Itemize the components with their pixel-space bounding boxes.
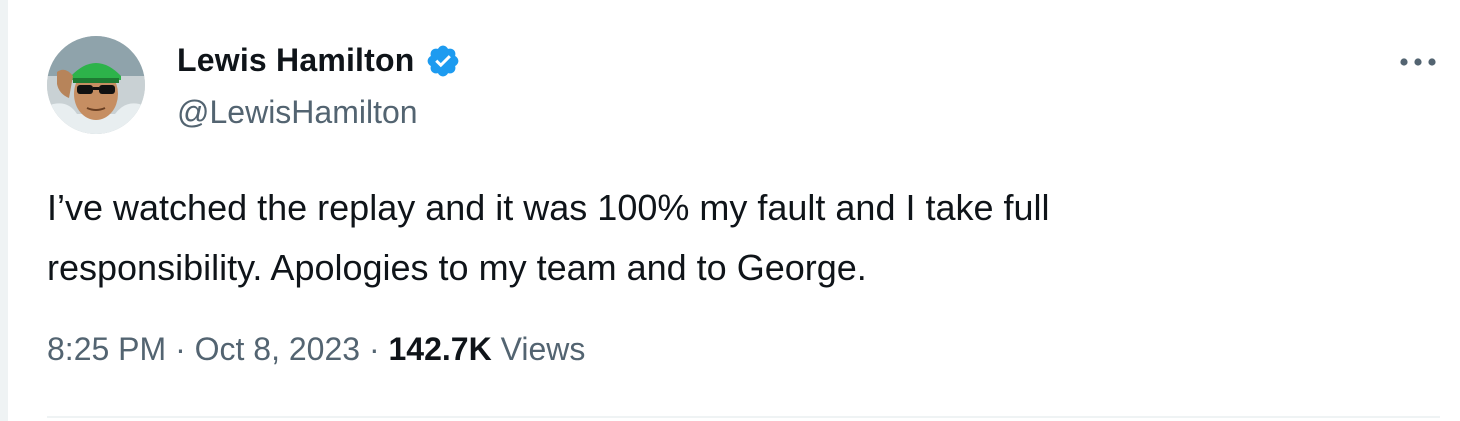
avatar[interactable] <box>47 36 145 134</box>
tweet-date[interactable]: Oct 8, 2023 <box>195 331 360 367</box>
views-label[interactable]: Views <box>501 331 586 367</box>
tweet-text-line-1: I’ve watched the replay and it was 100% … <box>47 187 1050 228</box>
meta-separator: · <box>166 331 195 367</box>
author-name-row: Lewis Hamilton <box>177 42 461 79</box>
tweet-text-line-2: responsibility. Apologies to my team and… <box>47 247 867 288</box>
tweet-time[interactable]: 8:25 PM <box>47 331 166 367</box>
views-count[interactable]: 142.7K <box>388 331 491 367</box>
verified-badge-icon[interactable] <box>425 43 461 79</box>
more-options-button[interactable] <box>1396 48 1440 76</box>
bottom-divider <box>47 416 1440 418</box>
more-horizontal-icon <box>1400 58 1436 66</box>
tweet-text: I’ve watched the replay and it was 100% … <box>47 178 1347 298</box>
author-display-name[interactable]: Lewis Hamilton <box>177 42 415 79</box>
author-handle[interactable]: @LewisHamilton <box>177 94 418 131</box>
left-border <box>0 0 8 421</box>
avatar-image <box>47 36 145 134</box>
tweet-meta: 8:25 PM · Oct 8, 2023 · 142.7K Views <box>47 331 585 368</box>
meta-separator: · <box>360 331 389 367</box>
